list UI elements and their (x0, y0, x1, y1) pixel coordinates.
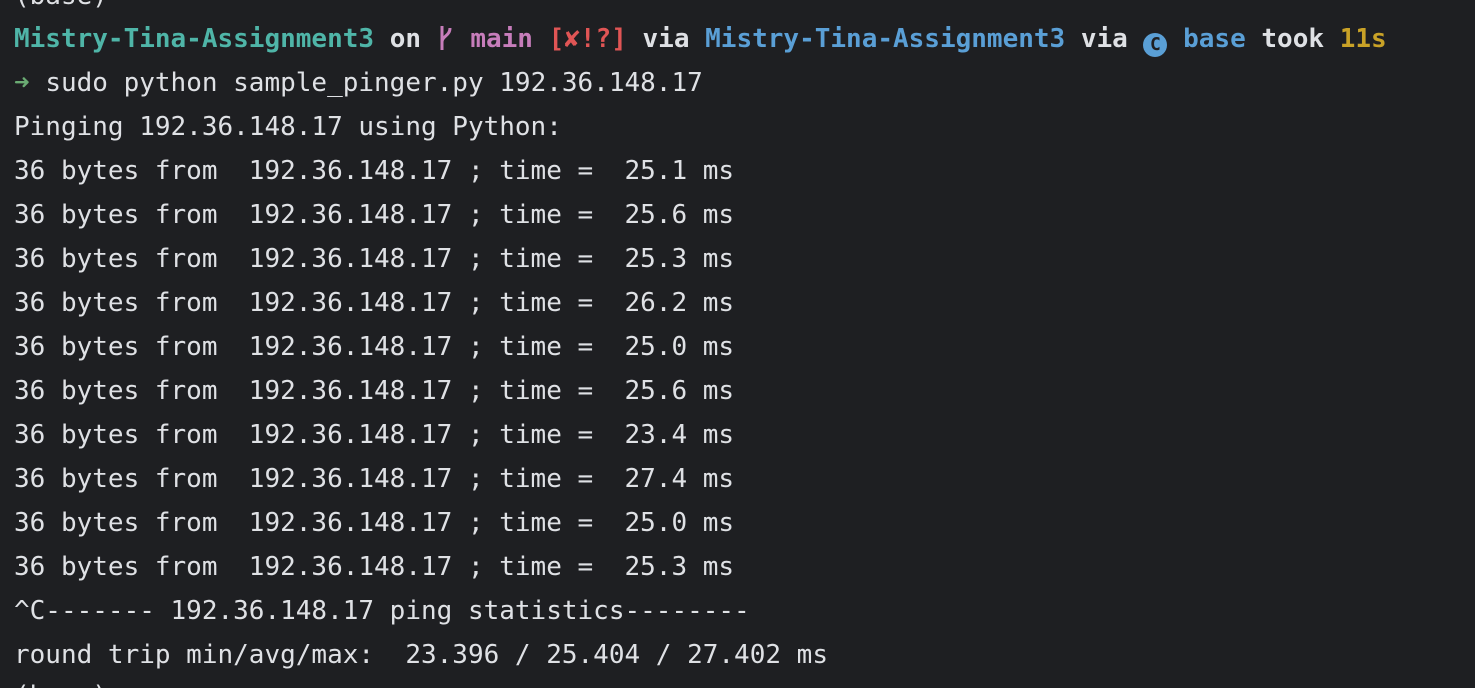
prompt-line: Mistry-Tina-Assignment3 on main [✘!?] vi… (14, 17, 1387, 61)
ping-line: 36 bytes from 192.36.148.17 ; time = 23.… (14, 420, 735, 450)
prompt-took-label: took (1261, 24, 1325, 54)
output-header: Pinging 192.36.148.17 using Python: (14, 112, 562, 142)
round-trip-stats: round trip min/avg/max: 23.396 / 25.404 … (14, 640, 828, 670)
ping-line: 36 bytes from 192.36.148.17 ; time = 25.… (14, 552, 735, 582)
command-text: sudo python sample_pinger.py 192.36.148.… (45, 68, 703, 98)
prompt-project: Mistry-Tina-Assignment3 (705, 24, 1066, 54)
prompt-directory: Mistry-Tina-Assignment3 (14, 24, 375, 54)
prompt-git-status: [✘!?] (548, 24, 627, 54)
command-line: ➜ sudo python sample_pinger.py 192.36.14… (14, 61, 703, 105)
prompt-branch: main (470, 24, 533, 54)
prompt-duration: 11s (1339, 24, 1387, 54)
git-branch-icon (437, 24, 455, 54)
next-prompt-partial: (base) (14, 674, 108, 688)
stats-header: ^C------- 192.36.148.17 ping statistics-… (14, 596, 750, 626)
ping-line: 36 bytes from 192.36.148.17 ; time = 25.… (14, 508, 735, 538)
ping-line: 36 bytes from 192.36.148.17 ; time = 26.… (14, 288, 735, 318)
ping-line: 36 bytes from 192.36.148.17 ; time = 25.… (14, 244, 735, 274)
terminal-window[interactable]: (base) Mistry-Tina-Assignment3 on main [… (0, 0, 1475, 688)
ping-line: 36 bytes from 192.36.148.17 ; time = 25.… (14, 332, 735, 362)
prompt-arrow-icon: ➜ (14, 68, 30, 98)
ping-line: 36 bytes from 192.36.148.17 ; time = 25.… (14, 376, 735, 406)
ping-line: 36 bytes from 192.36.148.17 ; time = 27.… (14, 464, 735, 494)
prompt-via-label: via (642, 24, 690, 54)
conda-icon: C (1143, 33, 1168, 57)
prompt-on-label: on (389, 24, 421, 54)
previous-output-line: (base) (14, 0, 108, 18)
ping-line: 36 bytes from 192.36.148.17 ; time = 25.… (14, 200, 735, 230)
ping-line: 36 bytes from 192.36.148.17 ; time = 25.… (14, 156, 735, 186)
prompt-via-label-2: via (1080, 24, 1128, 54)
prompt-env: base (1183, 24, 1246, 54)
